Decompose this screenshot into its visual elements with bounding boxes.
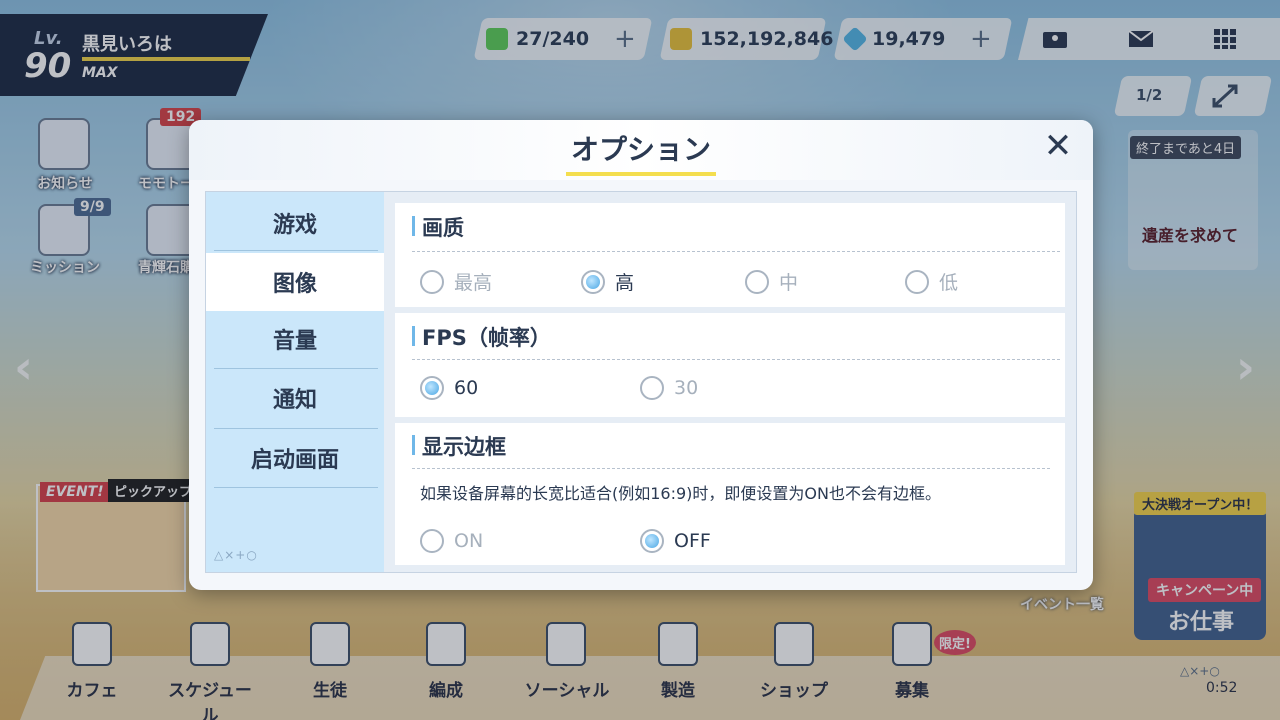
tab-game[interactable]: 游戏 xyxy=(206,194,384,252)
border-option-on[interactable]: ON xyxy=(420,529,483,553)
radio-label: 30 xyxy=(674,377,699,399)
radio-label: 高 xyxy=(615,272,635,294)
radio-label: ON xyxy=(454,530,484,552)
fps-option-30[interactable]: 30 xyxy=(640,376,698,400)
dialog-title: オプション xyxy=(570,133,711,166)
section-marker xyxy=(412,216,415,236)
section-divider xyxy=(412,468,1050,469)
radio-circle-selected xyxy=(581,269,605,294)
quality-option-low[interactable]: 低 xyxy=(905,268,958,295)
radio-label: OFF xyxy=(674,530,711,552)
radio-circle xyxy=(745,269,769,294)
title-underline xyxy=(566,172,716,176)
radio-circle xyxy=(420,529,444,553)
radio-label: 低 xyxy=(939,272,959,294)
quality-section xyxy=(395,203,1065,307)
radio-circle xyxy=(905,269,929,294)
tab-divider xyxy=(214,250,378,251)
radio-circle xyxy=(420,269,444,294)
quality-option-medium[interactable]: 中 xyxy=(745,268,798,295)
border-option-off[interactable]: OFF xyxy=(640,529,711,553)
tab-divider xyxy=(214,487,378,488)
radio-label: 60 xyxy=(454,377,479,399)
radio-label: 中 xyxy=(779,272,799,294)
radio-circle-selected xyxy=(640,529,664,553)
border-description: 如果设备屏幕的长宽比适合(例如16:9)时，即便设置为ON也不会有边框。 xyxy=(420,484,941,503)
section-marker xyxy=(412,435,415,455)
fps-option-60[interactable]: 60 xyxy=(420,376,478,400)
radio-circle-selected xyxy=(420,376,444,400)
quality-title: 画质 xyxy=(422,216,464,240)
section-divider xyxy=(412,359,1060,360)
border-title: 显示边框 xyxy=(422,435,506,459)
tab-notification[interactable]: 通知 xyxy=(206,369,384,427)
radio-label: 最高 xyxy=(454,272,493,294)
tab-graphics[interactable]: 图像 xyxy=(206,253,384,311)
quality-option-highest[interactable]: 最高 xyxy=(420,268,492,295)
section-divider xyxy=(412,251,1060,252)
close-button[interactable]: ✕ xyxy=(1038,128,1078,168)
tab-sound[interactable]: 音量 xyxy=(206,310,384,368)
quality-option-high[interactable]: 高 xyxy=(581,268,634,295)
tab-startup-screen[interactable]: 启动画面 xyxy=(206,429,384,487)
section-marker xyxy=(412,326,415,346)
tab-decoration: △×+○ xyxy=(214,548,258,562)
fps-title: FPS（帧率） xyxy=(422,326,551,350)
radio-circle xyxy=(640,376,664,400)
